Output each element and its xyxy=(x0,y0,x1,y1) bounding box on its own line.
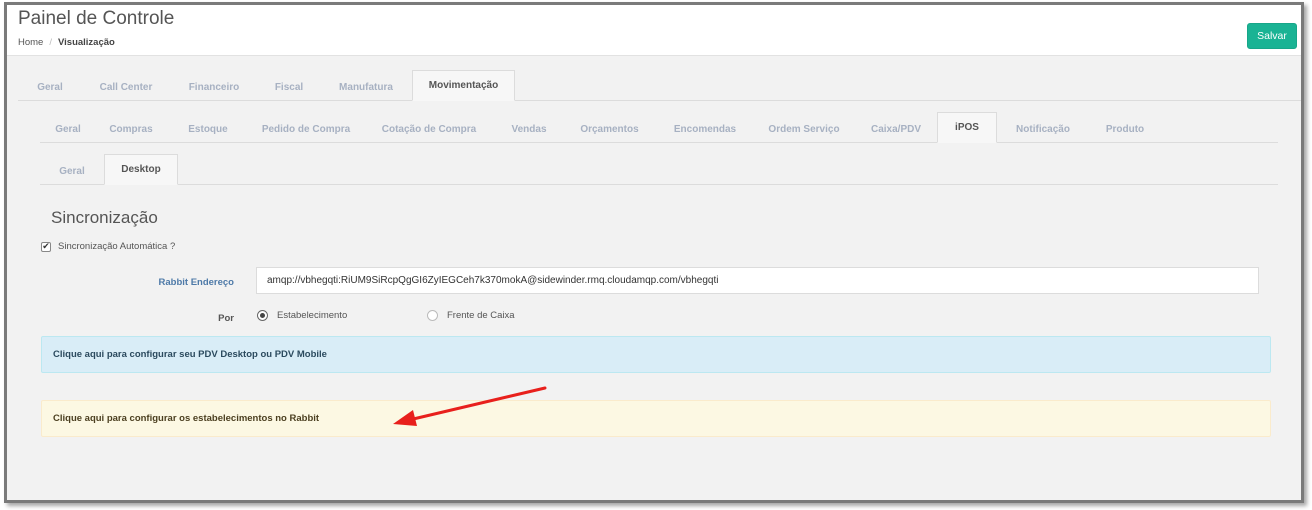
tab-fiscal[interactable]: Fiscal xyxy=(258,72,320,101)
configure-pdv-alert[interactable]: Clique aqui para configurar seu PDV Desk… xyxy=(41,336,1271,373)
subtab-notificacao[interactable]: Notificação xyxy=(997,114,1089,143)
ipos-subtabs: Geral Desktop xyxy=(40,154,1278,185)
breadcrumb-current: Visualização xyxy=(57,37,115,48)
breadcrumb-home-link[interactable]: Home xyxy=(18,37,43,48)
subtab-encomendas[interactable]: Encomendas xyxy=(657,114,753,143)
breadcrumb: Home / Visualização xyxy=(18,37,115,48)
subtab-geral[interactable]: Geral xyxy=(40,114,96,143)
auto-sync-label: Sincronização Automática ? xyxy=(58,241,176,252)
subtab-ipos[interactable]: iPOS xyxy=(937,112,997,143)
page-title: Painel de Controle xyxy=(18,8,175,29)
movimentacao-subtabs: Geral Compras Estoque Pedido de Compra C… xyxy=(40,112,1278,143)
configure-pdv-alert-text: Clique aqui para configurar seu PDV Desk… xyxy=(53,349,327,360)
subtab-orcamentos[interactable]: Orçamentos xyxy=(562,114,657,143)
section-title: Sincronização xyxy=(51,208,158,227)
rabbit-address-label: Rabbit Endereço xyxy=(158,277,235,288)
radio-frente-de-caixa-label: Frente de Caixa xyxy=(447,310,515,321)
subtab-estoque[interactable]: Estoque xyxy=(166,114,250,143)
subtab-caixa-pdv[interactable]: Caixa/PDV xyxy=(855,114,937,143)
main-tabs: Geral Call Center Financeiro Fiscal Manu… xyxy=(18,70,1301,101)
save-button[interactable]: Salvar xyxy=(1247,23,1297,49)
configure-rabbit-alert[interactable]: Clique aqui para configurar os estabelec… xyxy=(41,400,1271,437)
auto-sync-row: ✔ Sincronização Automática ? xyxy=(41,241,175,252)
radio-frente-de-caixa-button[interactable] xyxy=(427,310,438,321)
tab-movimentacao[interactable]: Movimentação xyxy=(412,70,515,101)
subtab-ordem-servico[interactable]: Ordem Serviço xyxy=(753,114,855,143)
radio-frente-de-caixa[interactable]: Frente de Caixa xyxy=(427,310,515,321)
subtab-compras[interactable]: Compras xyxy=(96,114,166,143)
auto-sync-checkbox[interactable]: ✔ xyxy=(41,241,51,252)
arrow-head xyxy=(393,410,417,426)
tab-call-center[interactable]: Call Center xyxy=(82,72,170,101)
subtab-produto[interactable]: Produto xyxy=(1089,114,1161,143)
page-header: Painel de Controle Home / Visualização Sal… xyxy=(7,5,1301,56)
radio-estabelecimento[interactable]: Estabelecimento xyxy=(257,310,347,321)
tab-manufatura[interactable]: Manufatura xyxy=(320,72,412,101)
radio-estabelecimento-button[interactable] xyxy=(257,310,268,321)
configure-rabbit-alert-text: Clique aqui para configurar os estabelec… xyxy=(53,413,320,424)
tab-financeiro[interactable]: Financeiro xyxy=(170,72,258,101)
radio-estabelecimento-label: Estabelecimento xyxy=(277,310,348,321)
red-arrow-annotation xyxy=(393,386,547,426)
arrow-shaft xyxy=(407,386,547,422)
ipos-tab-desktop[interactable]: Desktop xyxy=(104,154,178,185)
breadcrumb-separator: / xyxy=(49,37,52,48)
ipos-tab-geral[interactable]: Geral xyxy=(40,156,104,185)
tab-geral[interactable]: Geral xyxy=(18,72,82,101)
subtab-pedido-de-compra[interactable]: Pedido de Compra xyxy=(250,114,362,143)
subtab-cotacao-de-compra[interactable]: Cotação de Compra xyxy=(362,114,496,143)
app-window: Painel de Controle Home / Visualização Sal… xyxy=(4,2,1304,503)
rabbit-address-input[interactable] xyxy=(256,267,1259,294)
por-label: Por xyxy=(218,313,234,324)
subtab-vendas[interactable]: Vendas xyxy=(496,114,562,143)
